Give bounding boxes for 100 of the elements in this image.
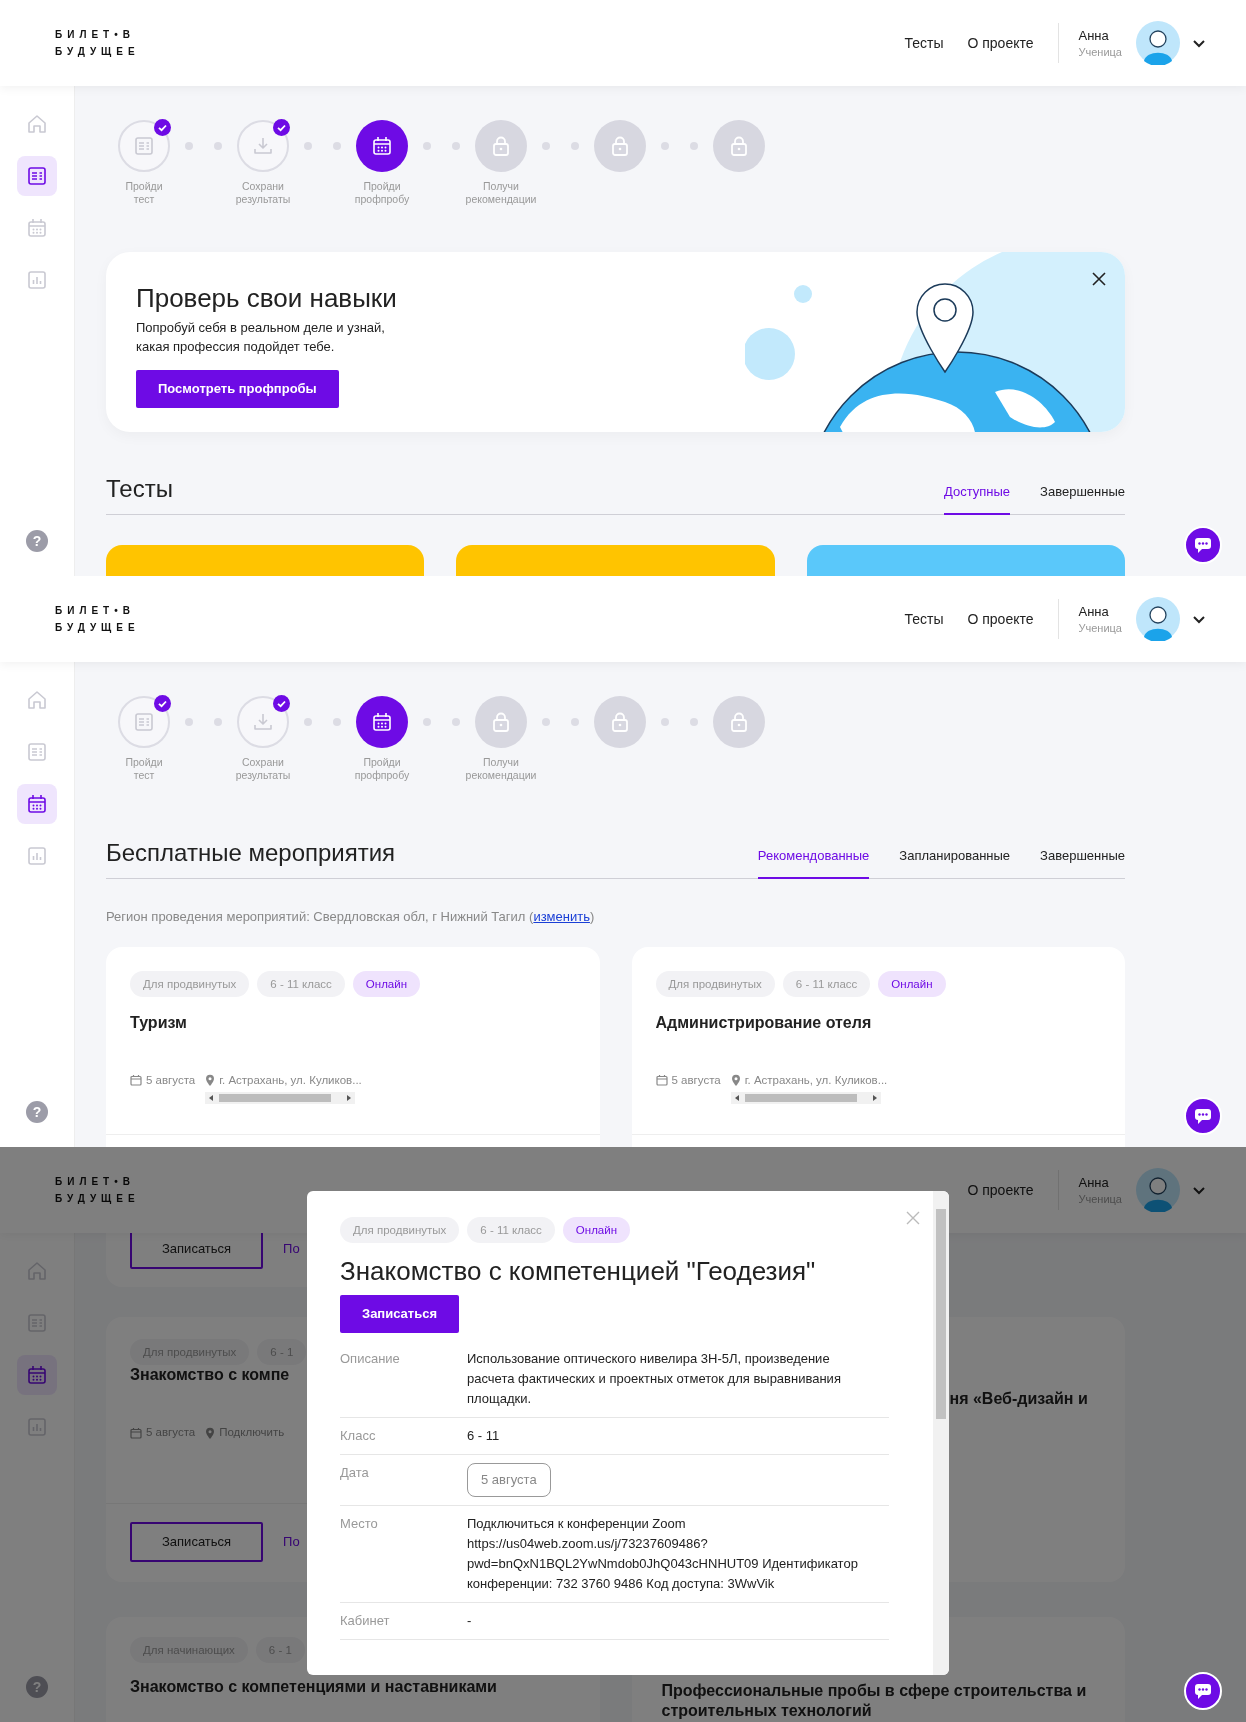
tag: Для продвинутых — [340, 1217, 460, 1243]
pin-icon — [205, 1426, 216, 1439]
signup-button[interactable]: Записаться — [340, 1295, 459, 1333]
calendar-icon — [130, 1074, 142, 1087]
step-label: Сохрани результаты — [235, 180, 291, 206]
close-icon — [905, 1210, 921, 1227]
nav-link[interactable]: Тесты — [904, 608, 944, 630]
event-title: Профессиональные пробы в сфере строительства и строительных технологий — [661, 1681, 1088, 1721]
step-circle[interactable] — [118, 120, 170, 172]
field-label: Класс — [340, 1426, 377, 1445]
nav-link[interactable]: Тесты — [904, 32, 944, 54]
tab[interactable]: Завершенные — [1040, 845, 1125, 879]
tab[interactable]: Запланированные — [899, 845, 1011, 879]
calendar-icon — [130, 1426, 142, 1439]
connector-dots — [539, 718, 582, 726]
nav-link[interactable]: О проекте — [967, 32, 1034, 54]
connector-dots — [420, 718, 463, 726]
calendar-icon — [25, 1363, 49, 1387]
dialog-title: Знакомство с компетенцией "Геодезия" — [340, 1255, 817, 1287]
nav-link[interactable]: О проекте — [967, 608, 1034, 630]
chevron-down-icon[interactable] — [1192, 614, 1206, 624]
banner-title: Проверь свои навыки — [136, 282, 398, 314]
home-icon — [25, 1259, 49, 1283]
tab[interactable]: Завершенные — [1040, 481, 1125, 515]
region-text: Регион проведения мероприятий: Свердловская обл, г Нижний Тагил (изменить) — [106, 908, 596, 926]
check-icon — [273, 119, 290, 136]
step-label: Пройди профпробу — [354, 756, 410, 782]
user-role: Ученица — [1078, 621, 1122, 635]
document-icon — [132, 134, 156, 158]
event-card[interactable]: Для продвинутых 6 - 11 класс Онлайн Туризм 5 августа г. Астрахань, ул. Куликов... — [106, 946, 600, 1147]
event-date: 5 августа — [146, 1425, 196, 1440]
nav-link[interactable]: О проекте — [967, 1179, 1034, 1201]
section-title: Тесты — [106, 474, 174, 504]
field-value: 6 - 11 — [467, 1426, 501, 1445]
event-title: Знакомство с компетенциями и наставниками — [130, 1677, 498, 1697]
document-icon — [25, 1311, 49, 1335]
home-icon — [25, 688, 49, 712]
step-label: Пройди тест — [125, 756, 163, 782]
signup-button[interactable]: Записаться — [130, 1522, 264, 1562]
link-fragment[interactable]: По — [283, 1239, 300, 1259]
step-circle[interactable] — [356, 120, 408, 172]
chevron-down-icon[interactable] — [1192, 38, 1206, 48]
connector-dots — [539, 142, 582, 150]
field-value: - — [467, 1611, 473, 1630]
logo[interactable]: БИЛЕТ•В БУДУЩЕЕ — [55, 602, 140, 636]
event-card[interactable]: Для продвинутых 6 - 11 класс Онлайн Администрирование отеля 5 августа г. Астрахань, ул. Куликов... — [631, 946, 1125, 1147]
tab[interactable]: Доступные — [944, 481, 1011, 515]
step-circle[interactable] — [356, 696, 408, 748]
sidebar-item[interactable] — [17, 1355, 57, 1395]
scrollbar-drawing[interactable] — [730, 1091, 881, 1104]
logo[interactable]: БИЛЕТ•В БУДУЩЕЕ — [55, 26, 140, 60]
avatar[interactable] — [1136, 1168, 1180, 1212]
field-label: Дата — [340, 1463, 370, 1482]
field-label: Место — [340, 1514, 379, 1533]
check-icon — [154, 119, 171, 136]
document-icon — [25, 164, 49, 188]
step-label: Пройди тест — [125, 180, 163, 206]
sidebar-item[interactable] — [17, 784, 57, 824]
tag: 6 - 11 класс — [257, 970, 345, 997]
field-label: Кабинет — [340, 1611, 391, 1630]
event-location: г. Астрахань, ул. Куликов... — [744, 1072, 888, 1088]
scrollbar[interactable] — [933, 1191, 949, 1675]
chat-icon — [1194, 1107, 1212, 1125]
event-title: ня «Веб-дизайн и — [949, 1389, 1089, 1409]
user-name: Анна — [1078, 1174, 1110, 1192]
event-title: Администрирование отеля — [655, 1012, 873, 1032]
pin-icon — [205, 1074, 216, 1087]
field-value: Подключиться к конференции Zoom https://us04web.zoom.us/j/73237609486?pwd=bnQxN1BQL2YwNmdob0JhQ043cHNHUT09 Идентификатор конференции: 732 3760 9486 Код доступа: 3WwVik — [467, 1514, 859, 1593]
step-circle[interactable] — [237, 120, 289, 172]
event-date: 5 августа — [146, 1072, 196, 1088]
connector-dots — [182, 142, 225, 150]
chart-icon — [25, 844, 49, 868]
calendar-icon — [370, 134, 394, 158]
view-trials-button[interactable]: Посмотреть профпробы — [136, 370, 339, 408]
step-label: Сохрани результаты — [235, 756, 291, 782]
check-icon — [154, 695, 171, 712]
tag: Онлайн — [878, 970, 946, 997]
banner-text: Попробуй себя в реальном деле и узнай, какая профессия подойдет тебе. — [136, 319, 386, 356]
tab[interactable]: Рекомендованные — [757, 845, 870, 879]
link-fragment[interactable]: По — [283, 1532, 300, 1552]
step-label: Получи рекомендации — [465, 756, 537, 782]
step-circle[interactable] — [237, 696, 289, 748]
chart-icon — [25, 268, 49, 292]
chat-icon — [1194, 536, 1212, 554]
field-value: Использование оптического нивелира 3Н-5Л, произведение расчета фактических и проектных отметок для выравнивания площадки. — [467, 1349, 842, 1408]
calendar-icon — [25, 792, 49, 816]
check-icon — [273, 695, 290, 712]
avatar[interactable] — [1136, 21, 1180, 65]
user-name: Анна — [1078, 603, 1110, 621]
field-label: Описание — [340, 1349, 401, 1368]
tag: 6 - 11 класс — [782, 970, 871, 997]
connector-dots — [301, 142, 344, 150]
step-circle[interactable] — [118, 696, 170, 748]
scrollbar-drawing[interactable] — [205, 1091, 356, 1104]
event-title: Туризм — [130, 1012, 188, 1032]
sidebar-item[interactable] — [17, 156, 57, 196]
step-label: Пройди профпробу — [354, 180, 410, 206]
avatar[interactable] — [1136, 597, 1180, 641]
change-link[interactable]: изменить — [533, 909, 590, 924]
logo[interactable]: БИЛЕТ•В БУДУЩЕЕ — [55, 1173, 140, 1207]
